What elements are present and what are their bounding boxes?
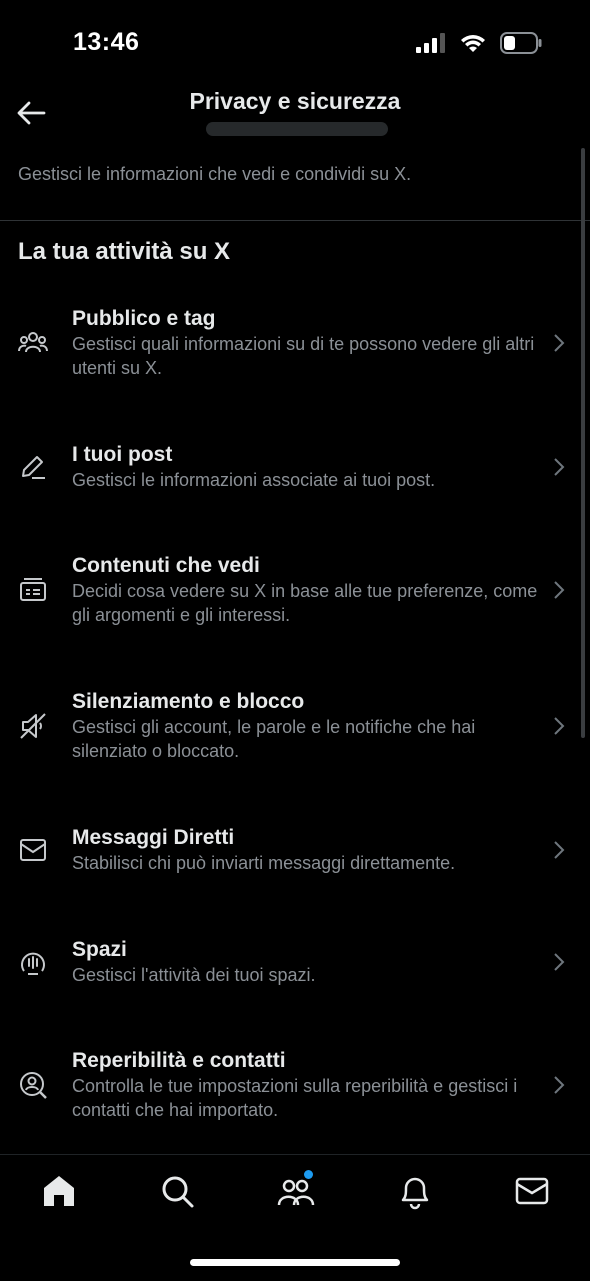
status-bar: 13:46: [0, 0, 590, 88]
item-description: Gestisci gli account, le parole e le not…: [72, 717, 476, 761]
item-description: Gestisci le informazioni associate ai tu…: [72, 470, 436, 490]
chevron-right-icon: [554, 1076, 565, 1094]
status-time: 13:46: [73, 28, 140, 56]
item-description: Gestisci l'attività dei tuoi spazi.: [72, 965, 316, 985]
item-label: I tuoi post: [72, 443, 173, 466]
item-description: Decidi cosa vedere su X in base alle tue…: [72, 581, 538, 625]
chevron-right-icon: [554, 334, 565, 352]
cellular-signal-icon: [416, 33, 445, 53]
tab-home[interactable]: [39, 1171, 79, 1211]
mail-icon: [515, 1177, 549, 1205]
status-icons: [416, 32, 542, 54]
mute-icon: [20, 713, 46, 739]
divider: [0, 220, 590, 221]
home-icon: [44, 1176, 74, 1206]
chevron-right-icon: [554, 581, 565, 599]
chevron-right-icon: [554, 841, 565, 859]
intro-text: Gestisci le informazioni che vedi e cond…: [18, 164, 412, 184]
item-label: Messaggi Diretti: [72, 826, 235, 849]
chevron-right-icon: [554, 458, 565, 476]
chevron-right-icon: [554, 953, 565, 971]
tab-search[interactable]: [157, 1171, 197, 1211]
page-title: Privacy e sicurezza: [189, 88, 401, 114]
battery-icon: [500, 32, 542, 54]
item-label: Pubblico e tag: [72, 307, 216, 330]
bell-icon: [401, 1177, 429, 1210]
scrollbar[interactable]: [581, 148, 585, 738]
spaces-icon: [21, 952, 45, 975]
settings-content[interactable]: Gestisci le informazioni che vedi e cond…: [0, 148, 590, 1154]
tab-communities[interactable]: [276, 1170, 316, 1211]
wifi-icon: [461, 35, 485, 52]
chevron-right-icon: [554, 717, 565, 735]
item-label: Contenuti che vedi: [72, 554, 260, 577]
item-description: Gestisci quali informazioni su di te pos…: [72, 334, 535, 378]
bottom-tab-bar: [0, 1154, 590, 1281]
username-redacted: [206, 122, 388, 136]
feed-icon: [20, 578, 46, 601]
item-label: Spazi: [72, 938, 127, 961]
home-indicator[interactable]: [190, 1259, 400, 1266]
search-icon: [162, 1176, 194, 1208]
item-label: Reperibilità e contatti: [72, 1049, 286, 1072]
item-label: Silenziamento e blocco: [72, 690, 305, 713]
item-description: Stabilisci chi può inviarti messaggi dir…: [72, 853, 456, 873]
tab-messages[interactable]: [512, 1171, 552, 1211]
top-bar: Privacy e sicurezza: [0, 88, 590, 148]
pencil-icon: [22, 456, 45, 479]
item-description: Controlla le tue impostazioni sulla repe…: [72, 1076, 518, 1120]
contact-search-icon: [20, 1072, 47, 1099]
notification-dot: [304, 1170, 313, 1179]
people-icon: [18, 332, 48, 353]
envelope-icon: [20, 839, 46, 861]
tab-notifications[interactable]: [395, 1171, 435, 1211]
section-title: La tua attività su X: [18, 238, 231, 265]
